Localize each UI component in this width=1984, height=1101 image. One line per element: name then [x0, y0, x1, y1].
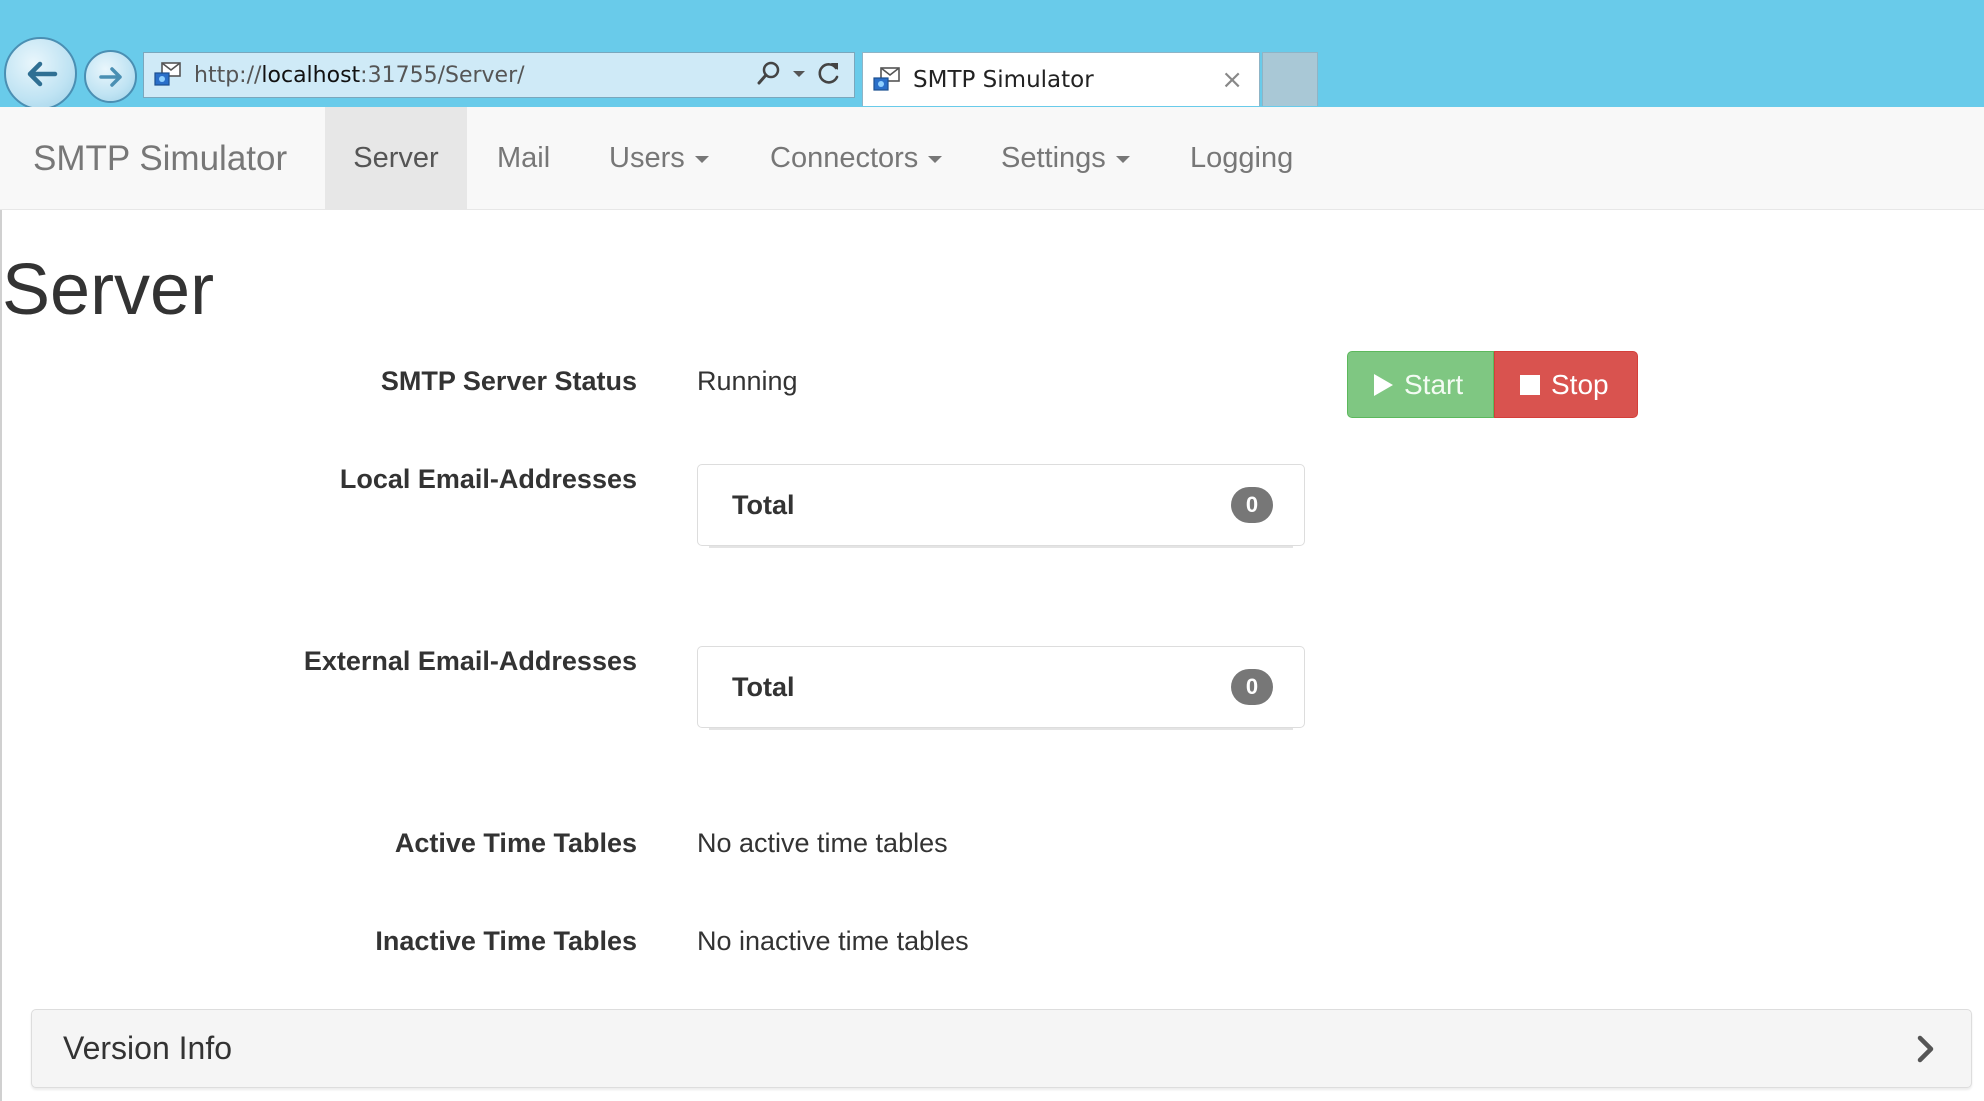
local-total-badge: 0 — [1231, 487, 1273, 523]
forward-button[interactable] — [84, 50, 137, 103]
url-host: localhost — [261, 62, 361, 88]
nav-item-label: Mail — [497, 142, 551, 174]
start-button[interactable]: Start — [1347, 351, 1494, 418]
caret-down-icon — [1115, 155, 1130, 163]
url-text[interactable]: http://localhost:31755/Server/ — [194, 63, 756, 88]
browser-chrome: http://localhost:31755/Server/ SMTP Simu… — [0, 0, 1984, 110]
nav-item-label: Server — [353, 142, 439, 174]
nav-item-label: Settings — [1001, 142, 1106, 174]
nav-item-server[interactable]: Server — [325, 107, 467, 210]
version-info-title: Version Info — [63, 1030, 232, 1066]
server-status-value: Running — [697, 366, 798, 396]
inactive-time-tables-value: No inactive time tables — [697, 926, 969, 956]
nav-item-label: Connectors — [770, 142, 919, 174]
stop-button-label: Stop — [1551, 368, 1609, 400]
page-title: Server — [2, 250, 215, 330]
external-addresses-label: External Email-Addresses — [303, 646, 637, 676]
nav-item-mail[interactable]: Mail — [497, 107, 550, 210]
address-bar[interactable]: http://localhost:31755/Server/ — [143, 52, 855, 98]
active-time-tables-label: Active Time Tables — [394, 828, 637, 858]
local-addresses-label: Local Email-Addresses — [339, 464, 637, 494]
chevron-down-icon[interactable] — [792, 66, 806, 84]
external-total-badge: 0 — [1231, 669, 1273, 705]
back-button[interactable] — [4, 37, 77, 110]
forward-arrow-icon — [96, 62, 126, 92]
local-addresses-list: Total 0 — [697, 464, 1305, 546]
nav-item-connectors[interactable]: Connectors — [770, 107, 943, 210]
refresh-icon[interactable] — [816, 60, 842, 91]
start-button-label: Start — [1404, 368, 1464, 400]
nav-item-users[interactable]: Users — [609, 107, 709, 210]
back-arrow-icon — [21, 54, 61, 94]
navbar-brand[interactable]: SMTP Simulator — [33, 107, 287, 210]
external-total-label: Total — [732, 672, 795, 702]
mail-favicon-icon — [150, 57, 186, 93]
url-prefix: http:// — [194, 62, 262, 88]
caret-down-icon — [928, 155, 943, 163]
nav-item-logging[interactable]: Logging — [1190, 107, 1293, 210]
nav-item-settings[interactable]: Settings — [1001, 107, 1130, 210]
new-tab-button[interactable] — [1262, 52, 1318, 106]
nav-item-label: Logging — [1190, 142, 1294, 174]
chevron-right-icon[interactable] — [1911, 1034, 1941, 1064]
nav-item-label: Users — [609, 142, 685, 174]
external-addresses-list: Total 0 — [697, 646, 1305, 728]
search-icon[interactable] — [756, 60, 782, 91]
active-time-tables-value: No active time tables — [697, 828, 948, 858]
local-total-label: Total — [732, 490, 795, 520]
inactive-time-tables-label: Inactive Time Tables — [375, 926, 637, 956]
caret-down-icon — [694, 155, 709, 163]
tab-close-icon[interactable]: × — [1221, 65, 1243, 95]
version-info-panel[interactable]: Version Info — [31, 1009, 1972, 1088]
server-status-label: SMTP Server Status — [380, 366, 637, 396]
navbar: SMTP Simulator Server Mail Users Connect… — [0, 107, 1984, 210]
browser-tab[interactable]: SMTP Simulator × — [862, 52, 1260, 106]
url-path: :31755/Server/ — [360, 62, 525, 88]
mail-favicon-icon — [869, 62, 905, 98]
tab-title: SMTP Simulator — [913, 66, 1094, 93]
stop-button[interactable]: Stop — [1494, 351, 1638, 418]
play-icon — [1372, 373, 1394, 397]
server-control-buttons: Start Stop — [1347, 351, 1638, 418]
page-left-border — [0, 210, 2, 1101]
stop-icon — [1519, 374, 1541, 396]
address-tools — [756, 60, 842, 91]
